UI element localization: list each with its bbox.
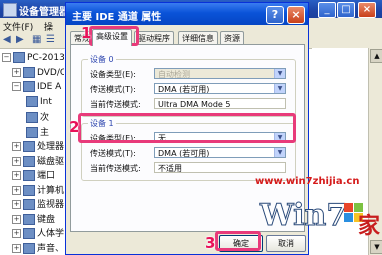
dialog-title: 主要 IDE 通道 属性: [72, 12, 162, 23]
device-tree: − PC-20131 + DVD/C − IDE A Int 次主 + 处理器 + 磁盘驱 + 端口 + 计算…: [2, 52, 64, 255]
collapse-icon[interactable]: −: [2, 53, 11, 62]
device-0-group: 设备 0 设备类型(E): 自动检测 ▼ 传送模式(T): DMA (若可用) …: [81, 54, 296, 117]
tree-item-label: 键盘: [37, 214, 56, 225]
step-1-marker: 1: [81, 24, 92, 42]
view-icon[interactable]: ▦: [32, 34, 41, 45]
tab-strip: 常规 高级设置 驱动程序 详细信息 资源: [70, 29, 306, 46]
tree-item[interactable]: + 端口: [2, 168, 55, 181]
device-icon: [23, 141, 35, 152]
tree-item-label: 端口: [37, 171, 56, 181]
device-0-current-value: Ultra DMA Mode 5: [154, 98, 286, 109]
device-0-current-label: 当前传送模式:: [90, 100, 141, 109]
device-icon: [23, 170, 35, 181]
device-manager-title: 设备管理器: [19, 7, 69, 18]
tab-details[interactable]: 详细信息: [178, 31, 218, 45]
tree-item-label: 人体学: [37, 229, 64, 239]
device-icon: [23, 213, 35, 225]
forward-icon[interactable]: ▶: [16, 34, 24, 45]
expand-icon[interactable]: +: [12, 67, 21, 77]
expand-icon[interactable]: +: [12, 229, 21, 238]
tree-item-label: 磁盘驱: [37, 156, 64, 167]
device-0-type-select: 自动检测 ▼: [154, 68, 286, 79]
svg-text:Win7: Win7: [259, 198, 347, 233]
properties-icon[interactable]: ☰: [46, 34, 55, 45]
tree-item[interactable]: + 人体学: [2, 226, 64, 239]
tree-item-label: 监视器: [37, 200, 64, 210]
expand-icon[interactable]: +: [12, 214, 21, 224]
expand-icon[interactable]: +: [12, 185, 21, 195]
device-icon: [23, 228, 35, 239]
tree-item-label: 计算机: [37, 185, 64, 196]
tree-item[interactable]: + 处理器: [2, 139, 64, 152]
step-3-marker: 3: [205, 234, 216, 252]
device-1-current-value: 不适用: [154, 162, 286, 173]
watermark-url: www.win7zhijia.cn: [255, 176, 360, 187]
tree-item[interactable]: − IDE A: [2, 81, 61, 94]
minimize-button[interactable]: _: [318, 2, 336, 18]
tree-item-label: 声音、: [37, 243, 64, 254]
tree-item[interactable]: 次: [2, 110, 49, 123]
tree-item-label: PC-20131: [27, 53, 64, 63]
expand-icon[interactable]: +: [12, 243, 21, 253]
tab-advanced[interactable]: 高级设置: [92, 29, 132, 46]
device-0-transfer-label: 传送模式(T):: [90, 85, 136, 94]
highlight-device-1-type: [78, 113, 296, 143]
dialog-titlebar: 主要 IDE 通道 属性 ? ×: [66, 3, 308, 25]
close-button[interactable]: ×: [358, 2, 376, 18]
maximize-button[interactable]: □: [337, 2, 355, 18]
tree-item-label: 次: [40, 113, 50, 123]
expand-icon[interactable]: +: [12, 200, 21, 209]
tree-item-label: 主: [40, 127, 50, 138]
device-icon: [26, 112, 38, 123]
device-icon: [23, 184, 35, 196]
expand-icon[interactable]: +: [12, 156, 21, 166]
back-icon[interactable]: ◀: [3, 34, 11, 45]
step-2-marker: 2: [69, 118, 80, 136]
collapse-icon[interactable]: −: [12, 82, 21, 91]
tree-item-label: Int: [40, 96, 52, 107]
tree-item[interactable]: 主: [2, 125, 49, 138]
device-0-type-label: 设备类型(E):: [90, 70, 136, 79]
tree-item-label: IDE A: [37, 82, 62, 92]
device-icon: [23, 66, 35, 78]
tree-item[interactable]: + 监视器: [2, 197, 64, 210]
tree-item[interactable]: Int: [2, 95, 52, 109]
device-1-transfer-select[interactable]: DMA (若可用) ▼: [154, 147, 286, 158]
tree-item-label: 处理器: [37, 142, 64, 152]
expand-icon[interactable]: +: [12, 142, 21, 151]
dropdown-arrow-icon: ▼: [274, 69, 285, 78]
device-icon: [23, 81, 35, 92]
device-icon: [26, 126, 38, 138]
device-1-current-label: 当前传送模式:: [90, 164, 141, 173]
scroll-down-icon[interactable]: ▼: [370, 240, 382, 254]
device-icon: [26, 95, 38, 107]
svg-text:家: 家: [358, 213, 381, 239]
tree-item[interactable]: − PC-20131: [2, 52, 64, 65]
device-manager-icon: [3, 3, 17, 17]
device-icon: [23, 155, 35, 167]
device-icon: [23, 242, 35, 254]
dialog-close-button[interactable]: ×: [287, 6, 305, 24]
device-0-label: 设备 0: [88, 54, 116, 65]
tab-driver[interactable]: 驱动程序: [134, 31, 174, 45]
device-icon: [23, 199, 35, 210]
scroll-up-icon[interactable]: ▲: [370, 49, 382, 63]
tree-item[interactable]: + 计算机: [2, 183, 64, 196]
dropdown-arrow-icon[interactable]: ▼: [274, 148, 285, 157]
device-1-transfer-label: 传送模式(T):: [90, 149, 136, 158]
win7-logo: Win7 家: [259, 198, 382, 240]
highlight-ok-button: [215, 231, 261, 251]
tree-item-label: DVD/C: [37, 67, 64, 78]
tree-item[interactable]: + 声音、: [2, 241, 64, 254]
tab-resources[interactable]: 资源: [220, 31, 244, 45]
tree-item[interactable]: + 键盘: [2, 212, 55, 225]
tree-item[interactable]: + 磁盘驱: [2, 154, 64, 167]
device-icon: [13, 52, 25, 63]
expand-icon[interactable]: +: [12, 171, 21, 180]
tree-item[interactable]: + DVD/C: [2, 66, 64, 80]
device-0-transfer-select[interactable]: DMA (若可用) ▼: [154, 83, 286, 94]
dropdown-arrow-icon[interactable]: ▼: [274, 84, 285, 93]
help-button[interactable]: ?: [266, 6, 284, 24]
